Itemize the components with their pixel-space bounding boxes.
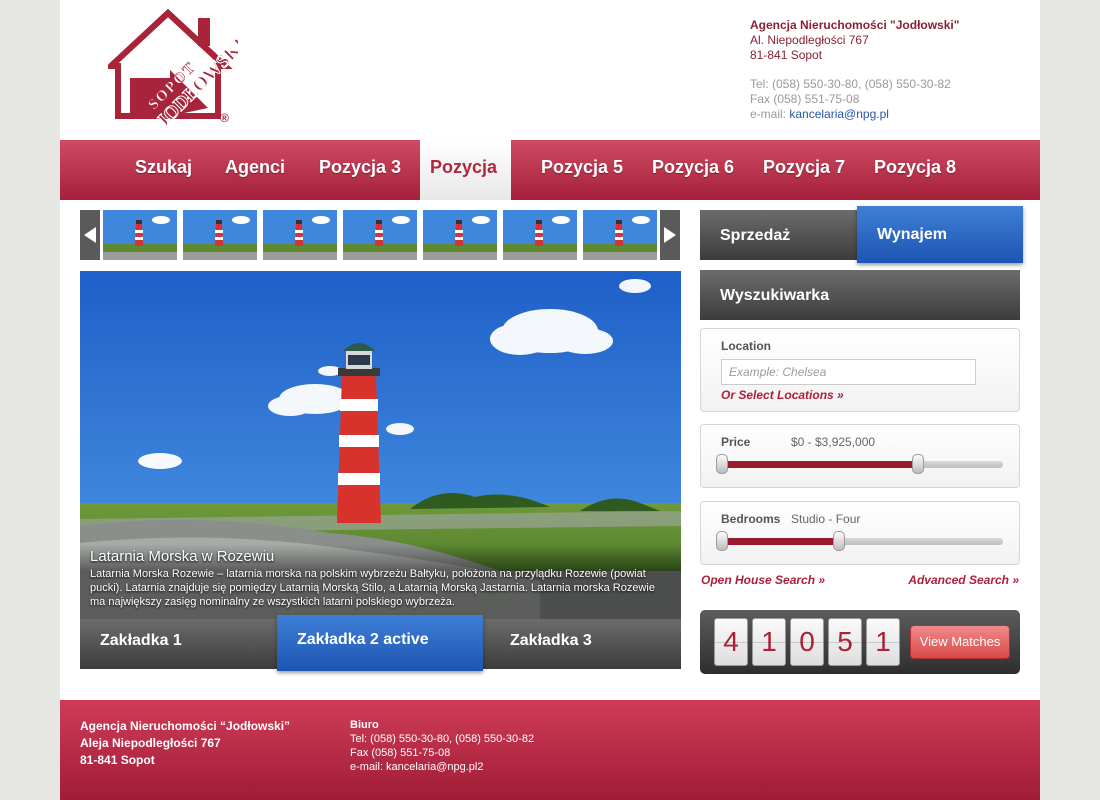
counter-digit: 4 <box>714 618 748 666</box>
bedrooms-max-handle[interactable] <box>833 531 845 551</box>
hero-description: Latarnia Morska Rozewie – latarnia morsk… <box>90 568 655 608</box>
listing-type-toggle: Sprzedaż Wynajem <box>700 206 1023 263</box>
footer-email[interactable]: e-mail: kancelaria@npg.pl2 <box>350 760 534 774</box>
contact-email-link[interactable]: kancelaria@npg.pl <box>789 107 889 121</box>
bedrooms-slider[interactable] <box>716 531 1003 551</box>
page: SOPOT JODŁOWSKI ® Agencja Nieruchomości … <box>60 0 1040 800</box>
location-box: Location Or Select Locations » <box>700 328 1020 412</box>
gallery-prev-button[interactable] <box>80 210 100 260</box>
counter-digit: 1 <box>866 618 900 666</box>
footer-address: Agencja Nieruchomości “Jodłowski” Aleja … <box>80 718 290 769</box>
hero-title: Latarnia Morska w Rozewiu <box>90 548 275 565</box>
gallery-thumbnail[interactable] <box>583 210 657 260</box>
content-tabs: Zakładka 1 Zakładka 2 active Zakładka 3 <box>80 615 681 671</box>
bedrooms-box: Bedrooms Studio - Four <box>700 501 1020 565</box>
svg-text:®: ® <box>220 111 229 125</box>
contact-email-row: e-mail: kancelaria@npg.pl <box>750 107 959 122</box>
location-label: Location <box>721 339 771 353</box>
contact-name: Agencja Nieruchomości "Jodłowski" <box>750 18 960 32</box>
rent-button[interactable]: Wynajem <box>857 206 1023 263</box>
nav-item-szukaj[interactable]: Szukaj <box>125 140 202 200</box>
price-box: Price $0 - $3,925,000 <box>700 424 1020 488</box>
nav-item-agenci[interactable]: Agenci <box>215 140 295 200</box>
footer-street: Aleja Niepodległości 767 <box>80 736 221 750</box>
header-contact: Agencja Nieruchomości "Jodłowski" Al. Ni… <box>750 18 959 122</box>
view-matches-button[interactable]: View Matches <box>910 625 1010 659</box>
nav-item-pozycja-3[interactable]: Pozycja 3 <box>309 140 411 200</box>
bedrooms-range: Studio - Four <box>791 512 861 526</box>
gallery-thumbnail[interactable] <box>183 210 257 260</box>
gallery-thumbnail[interactable] <box>343 210 417 260</box>
gallery-thumbnail[interactable] <box>423 210 497 260</box>
counter-digit: 5 <box>828 618 862 666</box>
footer-name: Agencja Nieruchomości “Jodłowski” <box>80 719 291 733</box>
price-slider-fill <box>721 461 918 468</box>
gallery-thumbnail[interactable] <box>103 210 177 260</box>
sale-button[interactable]: Sprzedaż <box>700 210 857 260</box>
tab-zakladka-2[interactable]: Zakładka 2 active <box>277 615 483 671</box>
triangle-left-icon <box>84 227 96 243</box>
nav-item-pozycja-6[interactable]: Pozycja 6 <box>642 140 744 200</box>
price-max-handle[interactable] <box>912 454 924 474</box>
nav-item-pozycja-5[interactable]: Pozycja 5 <box>531 140 633 200</box>
price-label: Price <box>721 435 751 449</box>
contact-fax: Fax (058) 551-75-08 <box>750 92 860 106</box>
counter-digit: 0 <box>790 618 824 666</box>
nav-item-pozycja-4[interactable]: Pozycja 4 <box>420 140 511 231</box>
nav-item-pozycja-8[interactable]: Pozycja 8 <box>864 140 966 200</box>
select-locations-link[interactable]: Or Select Locations » <box>721 388 844 402</box>
price-range: $0 - $3,925,000 <box>791 435 876 449</box>
hero-caption: Latarnia Morska w Rozewiu Latarnia Morsk… <box>80 544 681 619</box>
contact-tel: Tel: (058) 550-30-80, (058) 550-30-82 <box>750 77 951 91</box>
footer-fax: Fax (058) 551-75-08 <box>350 747 451 759</box>
agency-logo[interactable]: SOPOT JODŁOWSKI ® <box>103 8 251 133</box>
bedrooms-label: Bedrooms <box>721 512 781 526</box>
bedrooms-slider-fill <box>721 538 839 545</box>
bedrooms-min-handle[interactable] <box>716 531 728 551</box>
search-panel-title: Wyszukiwarka <box>700 270 1020 320</box>
price-slider[interactable] <box>716 454 1003 474</box>
tab-zakladka-1[interactable]: Zakładka 1 <box>80 619 277 669</box>
counter-digit: 1 <box>752 618 786 666</box>
hero-slide[interactable]: Latarnia Morska w Rozewiu Latarnia Morsk… <box>80 271 681 619</box>
gallery-thumbnail[interactable] <box>263 210 337 260</box>
contact-street: Al. Niepodległości 767 <box>750 33 869 47</box>
match-counter: 4 1 0 5 1 View Matches <box>700 610 1020 674</box>
main-nav: Szukaj Agenci Pozycja 3 Pozycja 4 Pozycj… <box>60 140 1040 231</box>
contact-city: 81-841 Sopot <box>750 48 823 62</box>
price-min-handle[interactable] <box>716 454 728 474</box>
advanced-search-link[interactable]: Advanced Search » <box>908 573 1019 587</box>
footer-office-label: Biuro <box>350 719 379 731</box>
open-house-search-link[interactable]: Open House Search » <box>701 573 825 587</box>
location-input[interactable] <box>721 359 976 385</box>
footer: Agencja Nieruchomości “Jodłowski” Aleja … <box>60 700 1040 800</box>
triangle-right-icon <box>664 227 676 243</box>
footer-city: 81-841 Sopot <box>80 753 155 767</box>
contact-email-label: e-mail: <box>750 107 787 121</box>
footer-tel: Tel: (058) 550-30-80, (058) 550-30-82 <box>350 733 535 745</box>
footer-office: Biuro Tel: (058) 550-30-80, (058) 550-30… <box>350 718 534 774</box>
tab-zakladka-3[interactable]: Zakładka 3 <box>490 619 681 669</box>
nav-item-pozycja-7[interactable]: Pozycja 7 <box>753 140 855 200</box>
gallery-thumbnail[interactable] <box>503 210 577 260</box>
gallery-next-button[interactable] <box>660 210 680 260</box>
